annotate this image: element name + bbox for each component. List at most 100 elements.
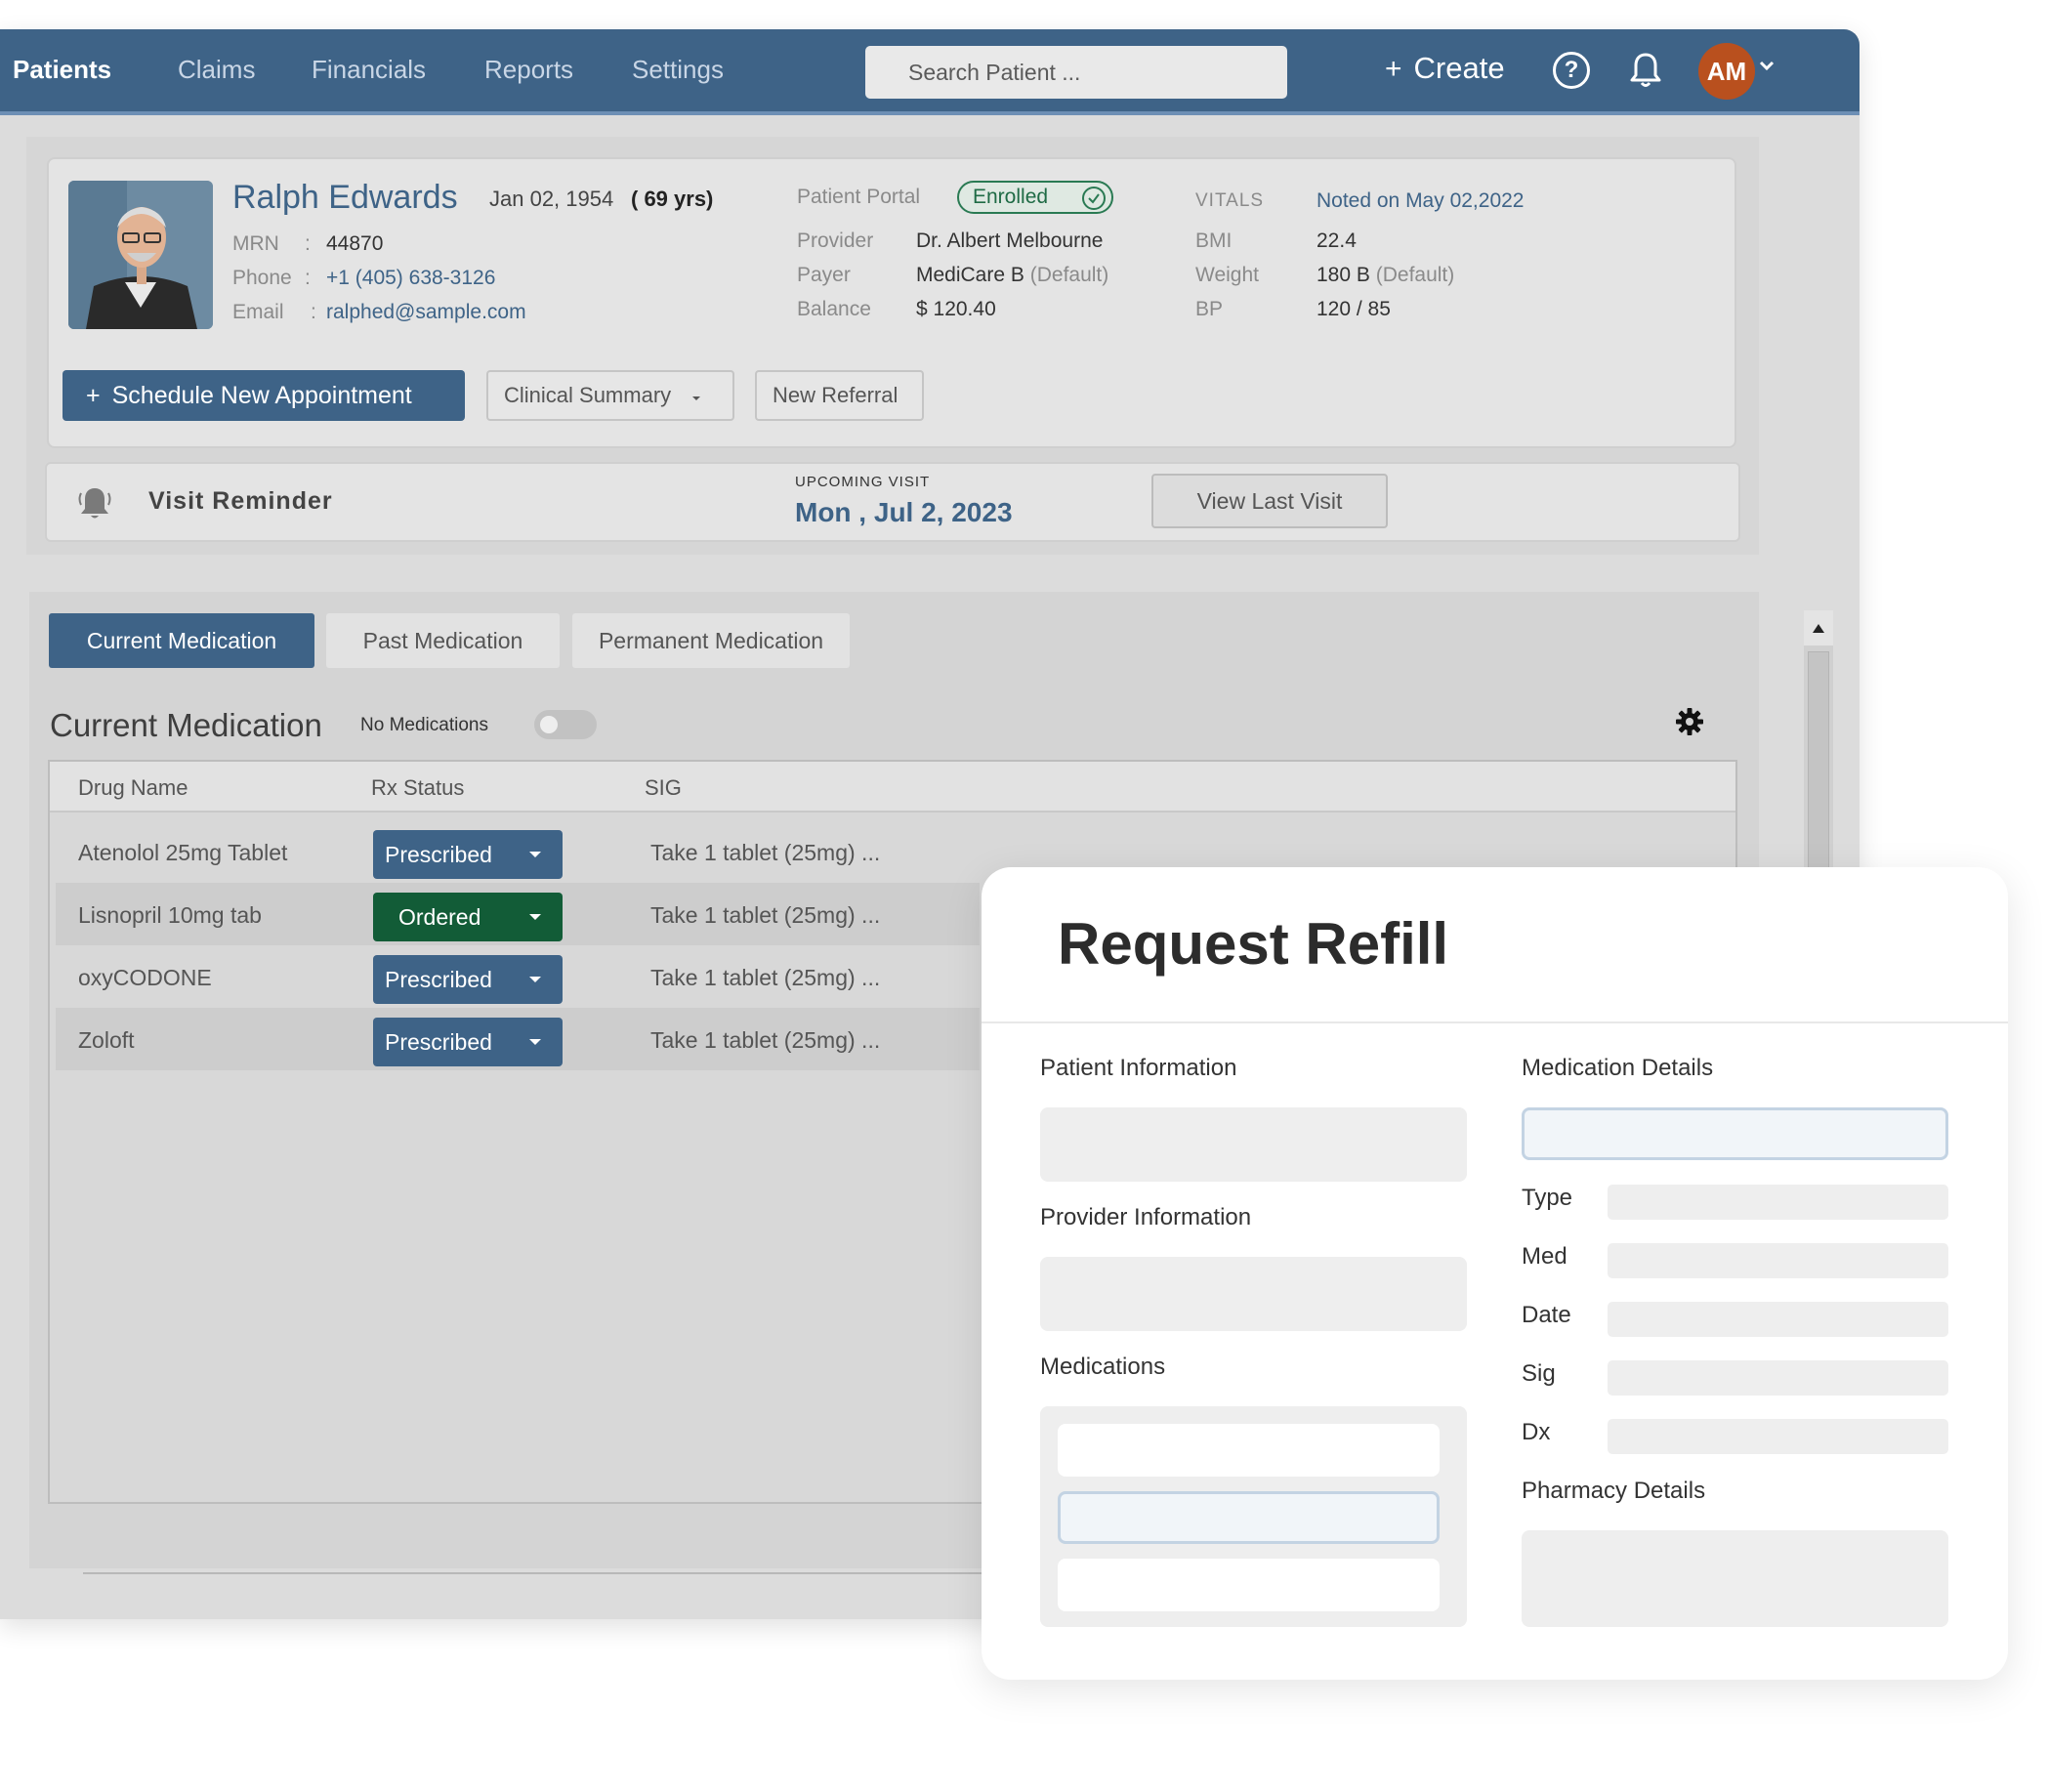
patient-card: Ralph Edwards Jan 02, 1954 ( 69 yrs) MRN…: [47, 157, 1736, 448]
scrollbar-thumb[interactable]: [1808, 651, 1829, 903]
create-button[interactable]: + Create: [1385, 51, 1505, 86]
balance-label: Balance: [797, 298, 871, 320]
patient-information-field[interactable]: [1040, 1107, 1467, 1182]
email-label: Email: [232, 301, 284, 323]
sig-text: Take 1 tablet (25mg) ...: [650, 840, 881, 865]
rx-status-dropdown[interactable]: Prescribed: [373, 830, 563, 879]
top-navigation-bar: Patients Claims Financials Reports Setti…: [0, 29, 1860, 115]
clinical-summary-label: Clinical Summary: [504, 383, 672, 407]
rx-status-dropdown[interactable]: Ordered: [373, 893, 563, 941]
visit-reminder-bar: Visit Reminder UPCOMING VISIT Mon , Jul …: [45, 462, 1740, 542]
weight-label: Weight: [1195, 264, 1259, 286]
modal-title: Request Refill: [1058, 911, 1449, 977]
rx-status-dropdown[interactable]: Prescribed: [373, 955, 563, 1004]
date-label: Date: [1522, 1302, 1571, 1328]
medication-list-item[interactable]: [1058, 1559, 1440, 1611]
patient-information-label: Patient Information: [1040, 1055, 1237, 1081]
create-label: Create: [1413, 51, 1505, 85]
portal-status-badge: Enrolled: [957, 181, 1113, 214]
tab-permanent-medication[interactable]: Permanent Medication: [572, 613, 850, 668]
medication-details-input[interactable]: [1522, 1107, 1948, 1160]
no-medications-toggle[interactable]: [534, 710, 597, 739]
payer-value: MediCare B (Default): [916, 264, 1109, 286]
table-header: Drug Name Rx Status SIG: [50, 762, 1735, 813]
mrn-value: 44870: [326, 232, 384, 255]
search-patient-input[interactable]: Search Patient ...: [865, 46, 1287, 99]
sig-field[interactable]: [1608, 1360, 1948, 1396]
new-referral-button[interactable]: New Referral: [755, 370, 924, 421]
caret-down-icon: [529, 914, 541, 920]
sig-text: Take 1 tablet (25mg) ...: [650, 902, 881, 928]
gear-icon[interactable]: [1675, 707, 1704, 741]
vertical-scrollbar[interactable]: [1804, 610, 1833, 903]
no-medications-label: No Medications: [360, 715, 488, 735]
vitals-noted: Noted on May 02,2022: [1317, 189, 1525, 212]
weight-value: 180 B (Default): [1317, 264, 1455, 286]
bell-icon[interactable]: [1629, 51, 1662, 95]
scroll-up-icon[interactable]: [1804, 610, 1833, 646]
caret-down-icon: [529, 1039, 541, 1045]
email-value[interactable]: ralphed@sample.com: [326, 301, 526, 324]
table-row[interactable]: Atenolol 25mg Tablet Prescribed Take 1 t…: [56, 820, 980, 883]
med-label: Med: [1522, 1243, 1567, 1270]
mrn-colon: :: [305, 232, 311, 255]
help-icon[interactable]: ?: [1553, 52, 1590, 89]
nav-claims[interactable]: Claims: [178, 55, 255, 85]
schedule-appointment-label: Schedule New Appointment: [111, 382, 412, 409]
column-drug-name: Drug Name: [78, 775, 188, 800]
portal-label: Patient Portal: [797, 186, 921, 208]
patient-photo: [68, 181, 213, 329]
bmi-label: BMI: [1195, 229, 1233, 252]
provider-information-field[interactable]: [1040, 1257, 1467, 1331]
table-row[interactable]: Zoloft Prescribed Take 1 tablet (25mg) .…: [56, 1008, 980, 1070]
visit-reminder-title: Visit Reminder: [148, 487, 333, 515]
nav-financials[interactable]: Financials: [312, 55, 426, 85]
medication-list-item-selected[interactable]: [1058, 1491, 1440, 1544]
phone-value[interactable]: +1 (405) 638-3126: [326, 267, 495, 290]
tab-current-medication[interactable]: Current Medication: [49, 613, 314, 668]
caret-down-icon: [692, 396, 701, 400]
column-rx-status: Rx Status: [371, 775, 465, 800]
provider-information-label: Provider Information: [1040, 1204, 1252, 1230]
nav-patients[interactable]: Patients: [13, 55, 111, 85]
medications-list: [1040, 1406, 1467, 1627]
email-colon: :: [311, 301, 316, 323]
column-sig: SIG: [645, 775, 682, 800]
patient-age: ( 69 yrs): [631, 187, 714, 211]
clinical-summary-dropdown[interactable]: Clinical Summary: [486, 370, 734, 421]
medication-list-item[interactable]: [1058, 1424, 1440, 1477]
nav-reports[interactable]: Reports: [484, 55, 573, 85]
check-icon: [1082, 187, 1106, 210]
nav-settings[interactable]: Settings: [632, 55, 724, 85]
bp-label: BP: [1195, 298, 1224, 320]
schedule-appointment-button[interactable]: + Schedule New Appointment: [63, 370, 465, 421]
pharmacy-details-field[interactable]: [1522, 1530, 1948, 1627]
portal-status-label: Enrolled: [973, 186, 1049, 208]
patient-name[interactable]: Ralph Edwards: [232, 179, 458, 217]
caret-down-icon: [529, 852, 541, 857]
table-row[interactable]: oxyCODONE Prescribed Take 1 tablet (25mg…: [56, 945, 980, 1008]
plus-icon: +: [1385, 53, 1402, 85]
view-last-visit-button[interactable]: View Last Visit: [1151, 474, 1388, 528]
chevron-down-icon[interactable]: [1759, 59, 1775, 76]
table-row[interactable]: Lisnopril 10mg tab Ordered Take 1 tablet…: [56, 883, 980, 945]
patient-header-panel: Ralph Edwards Jan 02, 1954 ( 69 yrs) MRN…: [26, 137, 1759, 555]
drug-name: Zoloft: [78, 1027, 135, 1053]
dx-field[interactable]: [1608, 1419, 1948, 1454]
tab-past-medication[interactable]: Past Medication: [326, 613, 560, 668]
phone-colon: :: [305, 267, 311, 289]
type-field[interactable]: [1608, 1185, 1948, 1220]
bell-icon: [76, 483, 113, 527]
medications-label: Medications: [1040, 1354, 1166, 1380]
patient-dob: Jan 02, 1954: [489, 187, 614, 211]
dx-label: Dx: [1522, 1419, 1551, 1445]
date-field[interactable]: [1608, 1302, 1948, 1337]
sig-text: Take 1 tablet (25mg) ...: [650, 1027, 881, 1053]
rx-status-dropdown[interactable]: Prescribed: [373, 1018, 563, 1066]
section-title: Current Medication: [50, 707, 322, 743]
med-field[interactable]: [1608, 1243, 1948, 1278]
toggle-knob: [540, 716, 558, 733]
user-avatar[interactable]: AM: [1698, 43, 1755, 100]
sig-text: Take 1 tablet (25mg) ...: [650, 965, 881, 990]
drug-name: Lisnopril 10mg tab: [78, 902, 262, 928]
